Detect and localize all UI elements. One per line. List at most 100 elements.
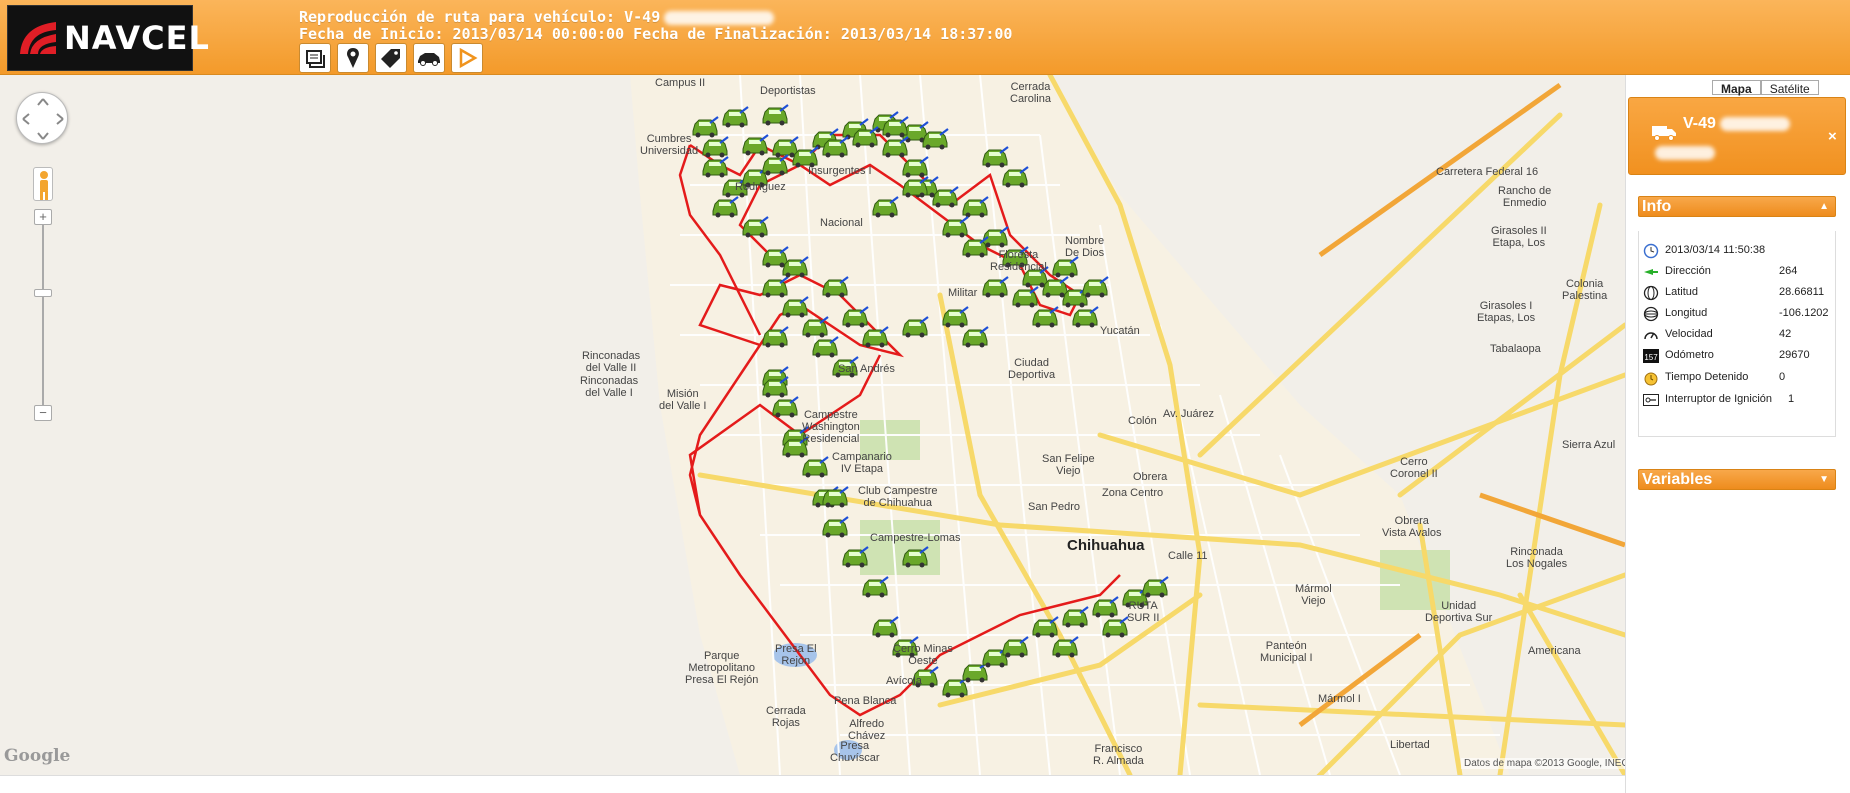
map-label: Obrera Vista Avalos bbox=[1382, 515, 1442, 539]
map-label: Obrera bbox=[1133, 471, 1168, 483]
zoom-slider-track[interactable] bbox=[42, 215, 44, 420]
vehicle-marker-icon[interactable] bbox=[820, 515, 850, 539]
vehicle-marker-icon[interactable] bbox=[740, 215, 770, 239]
vehicle-marker-icon[interactable] bbox=[1140, 575, 1170, 599]
chevron-down-icon: ▼ bbox=[1819, 474, 1829, 485]
map-label: Cerro Coronel II bbox=[1390, 456, 1438, 480]
vehicle-marker-icon[interactable] bbox=[760, 375, 790, 399]
vehicle-marker-icon[interactable] bbox=[1070, 305, 1100, 329]
map-label: Insurgentes I bbox=[808, 165, 872, 177]
clock-icon bbox=[1643, 243, 1659, 259]
zoom-out-button[interactable]: − bbox=[34, 405, 52, 421]
vehicle-marker-icon[interactable] bbox=[900, 545, 930, 569]
chevron-up-icon: ▲ bbox=[1819, 201, 1829, 212]
info-row-value: 264 bbox=[1779, 265, 1798, 277]
vehicle-marker-icon[interactable] bbox=[980, 275, 1010, 299]
direction-arrow-icon bbox=[1644, 269, 1658, 275]
vehicle-marker-icon[interactable] bbox=[1060, 605, 1090, 629]
zoom-slider-handle[interactable] bbox=[34, 289, 52, 297]
info-row-value: 42 bbox=[1779, 328, 1792, 340]
tag-icon bbox=[381, 49, 400, 68]
vehicle-marker-icon[interactable] bbox=[900, 315, 930, 339]
map-label: Carretera Federal 16 bbox=[1436, 166, 1539, 178]
redacted-vehicle-subtitle bbox=[1655, 146, 1715, 160]
pan-control[interactable] bbox=[16, 92, 68, 144]
vehicle-marker-icon[interactable] bbox=[820, 485, 850, 509]
map-label: Campanario IV Etapa bbox=[832, 451, 892, 475]
map-label: Alfredo Chávez bbox=[848, 718, 886, 742]
vehicle-marker-icon[interactable] bbox=[1030, 305, 1060, 329]
close-button[interactable]: × bbox=[1828, 128, 1837, 145]
info-row: Tiempo Detenido 0 bbox=[1643, 368, 1833, 386]
marker-button[interactable] bbox=[337, 43, 369, 73]
info-row-label: Latitud bbox=[1665, 286, 1699, 298]
map-label: Libertad bbox=[1390, 739, 1430, 751]
vehicle-marker-icon[interactable] bbox=[850, 125, 880, 149]
vehicle-marker-icon[interactable] bbox=[840, 545, 870, 569]
vehicle-marker-icon[interactable] bbox=[820, 275, 850, 299]
map-label: Rinconadas del Valle II bbox=[582, 350, 641, 374]
zoom-in-button[interactable]: + bbox=[34, 209, 52, 225]
info-row-label: Velocidad bbox=[1665, 328, 1713, 340]
vehicle-marker-icon[interactable] bbox=[920, 127, 950, 151]
map-label: Cerro Minas Oeste bbox=[893, 643, 953, 667]
map-canvas[interactable]: Campus II Deportistas Cerrada Carolina Cumbr… bbox=[0, 75, 1625, 775]
map-type-satellite-button[interactable]: Satélite bbox=[1760, 80, 1819, 96]
info-row-value: 0 bbox=[1779, 371, 1786, 383]
tag-button[interactable] bbox=[375, 43, 407, 73]
vehicle-marker-icon[interactable] bbox=[1050, 635, 1080, 659]
vehicle-button[interactable] bbox=[413, 43, 445, 73]
latitude-globe-icon bbox=[1643, 285, 1659, 301]
map-label: Misión del Valle I bbox=[659, 388, 707, 412]
vehicle-marker-icon[interactable] bbox=[710, 195, 740, 219]
map-label: Presa Chuvíscar bbox=[830, 740, 880, 764]
map-label: Deportistas bbox=[760, 85, 816, 97]
map-label: Chihuahua bbox=[1067, 537, 1145, 554]
map-type-map-button[interactable]: Mapa bbox=[1712, 80, 1761, 96]
vehicle-marker-icon[interactable] bbox=[720, 105, 750, 129]
map-label: Nacional bbox=[820, 217, 863, 229]
play-button[interactable] bbox=[451, 43, 483, 73]
toolbar bbox=[299, 43, 483, 73]
vehicle-marker-icon[interactable] bbox=[960, 235, 990, 259]
vehicle-marker-icon[interactable] bbox=[930, 185, 960, 209]
app-header: NAVCEL Reproducción de ruta para vehícul… bbox=[0, 0, 1850, 75]
map-label: Rinconadas del Valle I bbox=[580, 375, 639, 399]
map-label: Rancho de Enmedio bbox=[1498, 185, 1552, 209]
map-label: Rinconada Los Nogales bbox=[1506, 546, 1568, 570]
map-label: Pena Blanca bbox=[834, 695, 897, 707]
export-button[interactable] bbox=[299, 43, 331, 73]
vehicle-marker-icon[interactable] bbox=[900, 175, 930, 199]
map-label: RUTA SUR II bbox=[1127, 600, 1160, 624]
map-label: Unidad Deportiva Sur bbox=[1425, 600, 1493, 624]
street-view-pegman-icon[interactable] bbox=[33, 167, 53, 201]
vehicle-marker-icon[interactable] bbox=[1100, 615, 1130, 639]
map-label: Campestre Washington Residencial bbox=[802, 409, 860, 445]
vehicle-marker-icon[interactable] bbox=[1000, 635, 1030, 659]
document-icon bbox=[306, 50, 325, 68]
navcel-logo: NAVCEL bbox=[7, 5, 209, 71]
map-label: Floresta Residencial bbox=[990, 249, 1047, 273]
info-row: Latitud 28.66811 bbox=[1643, 283, 1833, 301]
vehicle-marker-icon[interactable] bbox=[860, 575, 890, 599]
vehicle-marker-icon[interactable] bbox=[780, 255, 810, 279]
map-attribution[interactable]: Datos de mapa ©2013 Google, INEGI bbox=[1461, 758, 1636, 769]
variables-section-header[interactable]: Variables ▼ bbox=[1638, 469, 1836, 490]
vehicle-marker-icon[interactable] bbox=[870, 195, 900, 219]
vehicle-marker-icon[interactable] bbox=[860, 325, 890, 349]
vehicle-marker-icon[interactable] bbox=[760, 325, 790, 349]
vehicle-marker-icon[interactable] bbox=[760, 153, 790, 177]
map-label: Mármol I bbox=[1318, 693, 1361, 705]
map-label: Sierra Azul bbox=[1562, 439, 1616, 451]
map-label: San Andrés bbox=[838, 363, 895, 375]
redacted-vehicle-name bbox=[664, 10, 775, 25]
map-label: Campus II bbox=[655, 77, 706, 89]
ignition-key-icon bbox=[1643, 394, 1659, 406]
vehicle-marker-icon[interactable] bbox=[760, 103, 790, 127]
map-label: Campestre-Lomas bbox=[870, 532, 961, 544]
vehicle-marker-icon[interactable] bbox=[820, 135, 850, 159]
vehicle-marker-icon[interactable] bbox=[980, 145, 1010, 169]
info-section-header[interactable]: Info ▲ bbox=[1638, 196, 1836, 217]
vehicle-marker-icon[interactable] bbox=[1080, 275, 1110, 299]
vehicle-marker-icon[interactable] bbox=[960, 325, 990, 349]
